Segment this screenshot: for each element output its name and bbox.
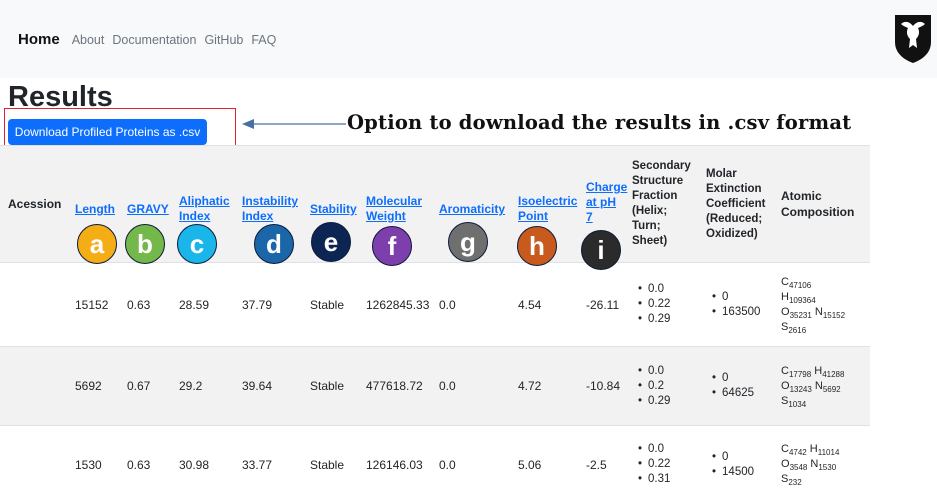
badge-c: c [177,224,217,264]
cell-aromaticity: 0.0 [439,297,456,312]
cell-molecular-weight: 477618.72 [366,379,423,393]
cell-atomic-composition: C17798 H41288 O13243 N5692 S1034 [781,364,845,409]
cell-aromaticity: 0.0 [439,457,456,472]
cell-stability: Stable [310,457,345,472]
cell-isoelectric: 4.72 [518,379,542,393]
badge-h: h [517,226,557,266]
cell-isoelectric: 4.54 [518,297,542,312]
cell-accession [0,263,67,346]
header-charge-ph7: Charge at pH 7 i [578,146,627,270]
header-molar-extinction: Molar Extinction Coefficient (Reduced; O… [706,167,766,240]
cell-atomic-composition: C4742 H11014 O3548 N1530 S232 [781,443,840,487]
nav-faq-link[interactable]: FAQ [251,33,276,47]
cell-instability: 39.64 [242,379,273,393]
cell-molecular-weight: 1262845.33 [366,297,430,312]
header-secondary-structure: Secondary Structure Fraction (Helix; Tur… [632,160,691,247]
cell-aliphatic: 28.59 [179,297,210,312]
badge-d: d [254,224,294,264]
shield-logo-icon [895,15,931,63]
cell-stability: Stable [310,379,345,393]
cell-isoelectric: 5.06 [518,457,542,472]
sort-aliphatic-index-link[interactable]: Aliphatic Index [179,194,230,224]
sort-instability-index-link[interactable]: Instability Index [242,194,298,224]
cell-aliphatic: 29.2 [179,379,203,393]
header-stability: Stability e [302,146,358,262]
cell-atomic-composition: C47106 H109364 O35231 N15152 S2616 [781,275,846,335]
callout-arrow-icon [242,119,346,129]
cell-charge: -26.11 [586,297,620,312]
sort-isoelectric-point-link[interactable]: Isoelectric Point [518,194,577,224]
cell-molecular-weight: 126146.03 [366,457,423,472]
header-molecular-weight: Molecular Weight f [358,146,431,266]
cell-aliphatic: 30.98 [179,457,210,472]
table-row: 15152 0.63 28.59 37.79 Stable 1262845.33… [0,263,870,347]
nav-links: Home About Documentation GitHub FAQ [18,31,284,48]
cell-length: 15152 [75,297,109,312]
header-instability-index: Instability Index d [234,146,302,264]
cell-secondary-structure: 0.0 0.22 0.31 [624,426,698,503]
cell-stability: Stable [310,297,345,312]
sort-stability-link[interactable]: Stability [310,202,357,217]
badge-a: a [77,224,117,264]
header-accession: Acession [8,197,62,211]
cell-gravy: 0.67 [127,379,151,393]
cell-charge: -10.84 [586,379,621,393]
table-header-row: Acession Length a GRAVY b Aliphatic Index… [0,145,870,270]
badge-b: b [125,224,165,264]
cell-instability: 33.77 [242,457,273,472]
cell-instability: 37.79 [242,297,273,312]
badge-e: e [311,222,351,262]
cell-length: 5692 [75,379,102,393]
cell-gravy: 0.63 [127,297,151,312]
cell-extinction: 0 163500 [698,263,773,346]
cell-gravy: 0.63 [127,457,151,472]
navbar: Home About Documentation GitHub FAQ [0,0,937,78]
table-row: 5692 0.67 29.2 39.64 Stable 477618.72 0.… [0,347,870,426]
cell-charge: -2.5 [586,457,607,472]
header-length: Length a [67,146,119,264]
sort-charge-link[interactable]: Charge at pH 7 [586,180,627,225]
download-csv-button[interactable]: Download Profiled Proteins as .csv [8,119,207,145]
cell-extinction: 0 64625 [698,347,773,425]
nav-about-link[interactable]: About [72,33,105,47]
cell-accession [0,426,67,503]
nav-github-link[interactable]: GitHub [204,33,243,47]
table-row: 1530 0.63 30.98 33.77 Stable 126146.03 0… [0,426,870,503]
callout-annotation: Option to download the results in .csv f… [347,111,852,134]
header-atomic-composition: Atomic Composition [781,189,855,219]
nav-documentation-link[interactable]: Documentation [112,33,196,47]
badge-g: g [448,222,488,262]
cell-secondary-structure: 0.0 0.22 0.29 [624,263,698,346]
sort-length-link[interactable]: Length [75,202,115,217]
header-isoelectric-point: Isoelectric Point h [510,146,578,266]
sort-molecular-weight-link[interactable]: Molecular Weight [366,194,422,224]
sort-gravy-link[interactable]: GRAVY [127,202,169,217]
cell-extinction: 0 14500 [698,426,773,503]
cell-length: 1530 [75,457,102,472]
sort-aromaticity-link[interactable]: Aromaticity [439,202,505,217]
cell-aromaticity: 0.0 [439,379,456,393]
header-gravy: GRAVY b [119,146,171,264]
header-aromaticity: Aromaticity g [431,146,510,262]
cell-secondary-structure: 0.0 0.2 0.29 [624,347,698,425]
badge-f: f [372,226,412,266]
cell-accession [0,347,67,425]
nav-home-link[interactable]: Home [18,31,60,48]
header-aliphatic-index: Aliphatic Index c [171,146,234,264]
